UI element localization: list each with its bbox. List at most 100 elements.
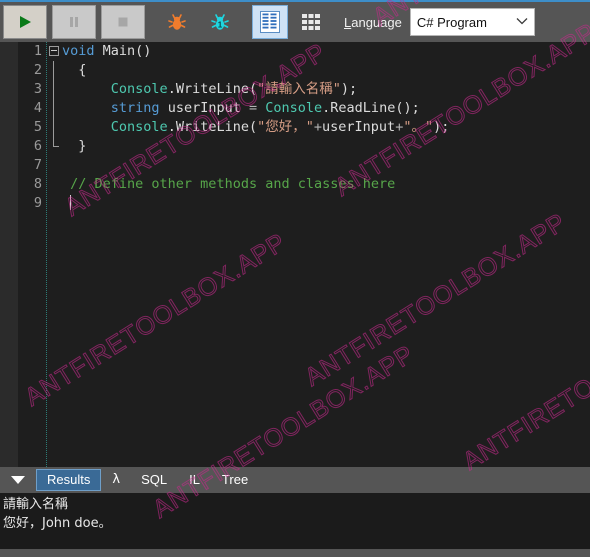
chevron-down-icon (516, 17, 528, 28)
code-token-pun (62, 195, 70, 211)
line-number-gutter: 1 2 3 4 5 6 7 8 9 (18, 42, 46, 467)
line-number: 2 (33, 62, 42, 78)
bug-orange-icon (168, 14, 186, 30)
tab-lambda[interactable]: λ (103, 469, 129, 491)
line-number: 8 (33, 176, 42, 192)
code-token-pun: ); (433, 119, 450, 135)
code-line[interactable]: string userInput = Console.ReadLine(); (62, 99, 590, 118)
code-token-pun: ( (248, 81, 258, 97)
code-token-id: WriteLine (175, 81, 249, 97)
list-grid-icon (260, 11, 280, 33)
debug-step-button[interactable]: 1 (201, 5, 239, 39)
debug-button[interactable] (158, 5, 196, 39)
grid-view-button[interactable] (252, 5, 288, 39)
fold-empty (47, 156, 63, 175)
triangle-down-icon (11, 476, 25, 484)
pause-icon (70, 17, 78, 27)
fold-line (53, 61, 54, 80)
line-number: 3 (33, 81, 42, 97)
svg-text:1: 1 (218, 20, 223, 29)
code-token-id: userInput (322, 119, 396, 135)
run-button[interactable] (3, 5, 47, 39)
code-token-pun: () (135, 43, 152, 59)
line-number: 5 (33, 119, 42, 135)
code-token-id: Main (102, 43, 136, 59)
output-line: 您好，John doe。 (3, 516, 112, 531)
code-token-pun: } (62, 138, 87, 154)
fold-empty (47, 194, 63, 213)
code-token-pun (62, 100, 111, 116)
code-token-pun: (); (395, 100, 420, 116)
code-token-pun (62, 81, 111, 97)
table-grid-icon (302, 14, 320, 30)
fold-end-marker (47, 137, 63, 156)
code-token-cmt: // Define other methods and classes here (70, 176, 396, 192)
fold-toggle-icon[interactable] (47, 42, 63, 61)
code-token-pun: ( (248, 119, 258, 135)
code-token-kw: void (62, 43, 95, 59)
code-token-type: Console (110, 81, 168, 97)
fold-minus-icon[interactable] (49, 46, 59, 56)
code-token-pun (62, 176, 70, 192)
results-output-panel[interactable]: 請輸入名稱 您好，John doe。 (0, 493, 590, 549)
code-token-pun (62, 119, 111, 135)
code-line[interactable] (62, 194, 590, 213)
code-token-pun: . (167, 119, 176, 135)
code-line[interactable]: Console.WriteLine("請輸入名稱"); (62, 80, 590, 99)
code-token-type: Console (265, 100, 323, 116)
code-editor[interactable]: 123456789 void Main() { Console.WriteLin… (0, 42, 590, 467)
line-number: 4 (33, 100, 42, 116)
tab-tree[interactable]: Tree (212, 469, 258, 491)
code-token-id: ReadLine (330, 100, 396, 116)
code-token-op: + (313, 119, 323, 135)
code-playground-window: 1 Language C# Program 1 2 3 4 5 6 7 8 9 … (0, 0, 590, 557)
bug-cyan-1-icon: 1 (211, 14, 229, 30)
fold-line (53, 80, 54, 99)
fold-line (53, 99, 54, 118)
line-number: 6 (33, 138, 42, 154)
editor-left-strip (0, 42, 18, 467)
line-number: 9 (33, 195, 42, 211)
main-toolbar: 1 Language C# Program (0, 0, 590, 42)
fold-guide (47, 61, 63, 80)
pause-button[interactable] (52, 5, 96, 39)
fold-guide (47, 118, 63, 137)
fold-guide (47, 99, 63, 118)
code-token-id: WriteLine (175, 119, 249, 135)
code-line[interactable]: // Define other methods and classes here (62, 175, 590, 194)
language-select[interactable]: C# Program (409, 8, 535, 36)
stop-button[interactable] (101, 5, 145, 39)
code-line[interactable]: { (62, 61, 590, 80)
tab-sql[interactable]: SQL (131, 469, 177, 491)
code-line[interactable]: } (62, 137, 590, 156)
fold-line (53, 118, 54, 137)
code-token-pun (160, 100, 168, 116)
code-line[interactable]: Console.WriteLine("您好，"+userInput+"。"); (62, 118, 590, 137)
table-view-button[interactable] (293, 5, 329, 39)
results-tab-bar: Results λ SQL IL Tree (0, 467, 590, 493)
code-line[interactable] (62, 156, 590, 175)
code-token-op: = (240, 100, 266, 116)
code-token-str: "請輸入名稱" (257, 81, 341, 97)
fold-empty (47, 175, 63, 194)
fold-end-line (53, 137, 59, 147)
status-bar (0, 549, 590, 557)
code-token-pun (95, 43, 103, 59)
code-line[interactable]: void Main() (62, 42, 590, 61)
code-token-pun: ); (340, 81, 358, 97)
line-number: 7 (33, 157, 42, 173)
language-label: Language (344, 14, 402, 30)
language-select-value: C# Program (416, 14, 487, 30)
tab-il[interactable]: IL (179, 469, 210, 491)
play-icon (20, 16, 31, 28)
code-fold-column[interactable] (46, 42, 63, 467)
language-label-rest: anguage (351, 14, 402, 30)
code-token-kw: string (110, 100, 160, 116)
stop-icon (118, 17, 128, 27)
tab-results[interactable]: Results (36, 469, 102, 491)
fold-guide (47, 80, 63, 99)
line-number: 1 (33, 43, 42, 59)
collapse-panel-button[interactable] (0, 467, 36, 493)
code-text-area[interactable]: void Main() { Console.WriteLine("請輸入名稱")… (62, 42, 590, 467)
code-token-id: userInput (167, 100, 241, 116)
